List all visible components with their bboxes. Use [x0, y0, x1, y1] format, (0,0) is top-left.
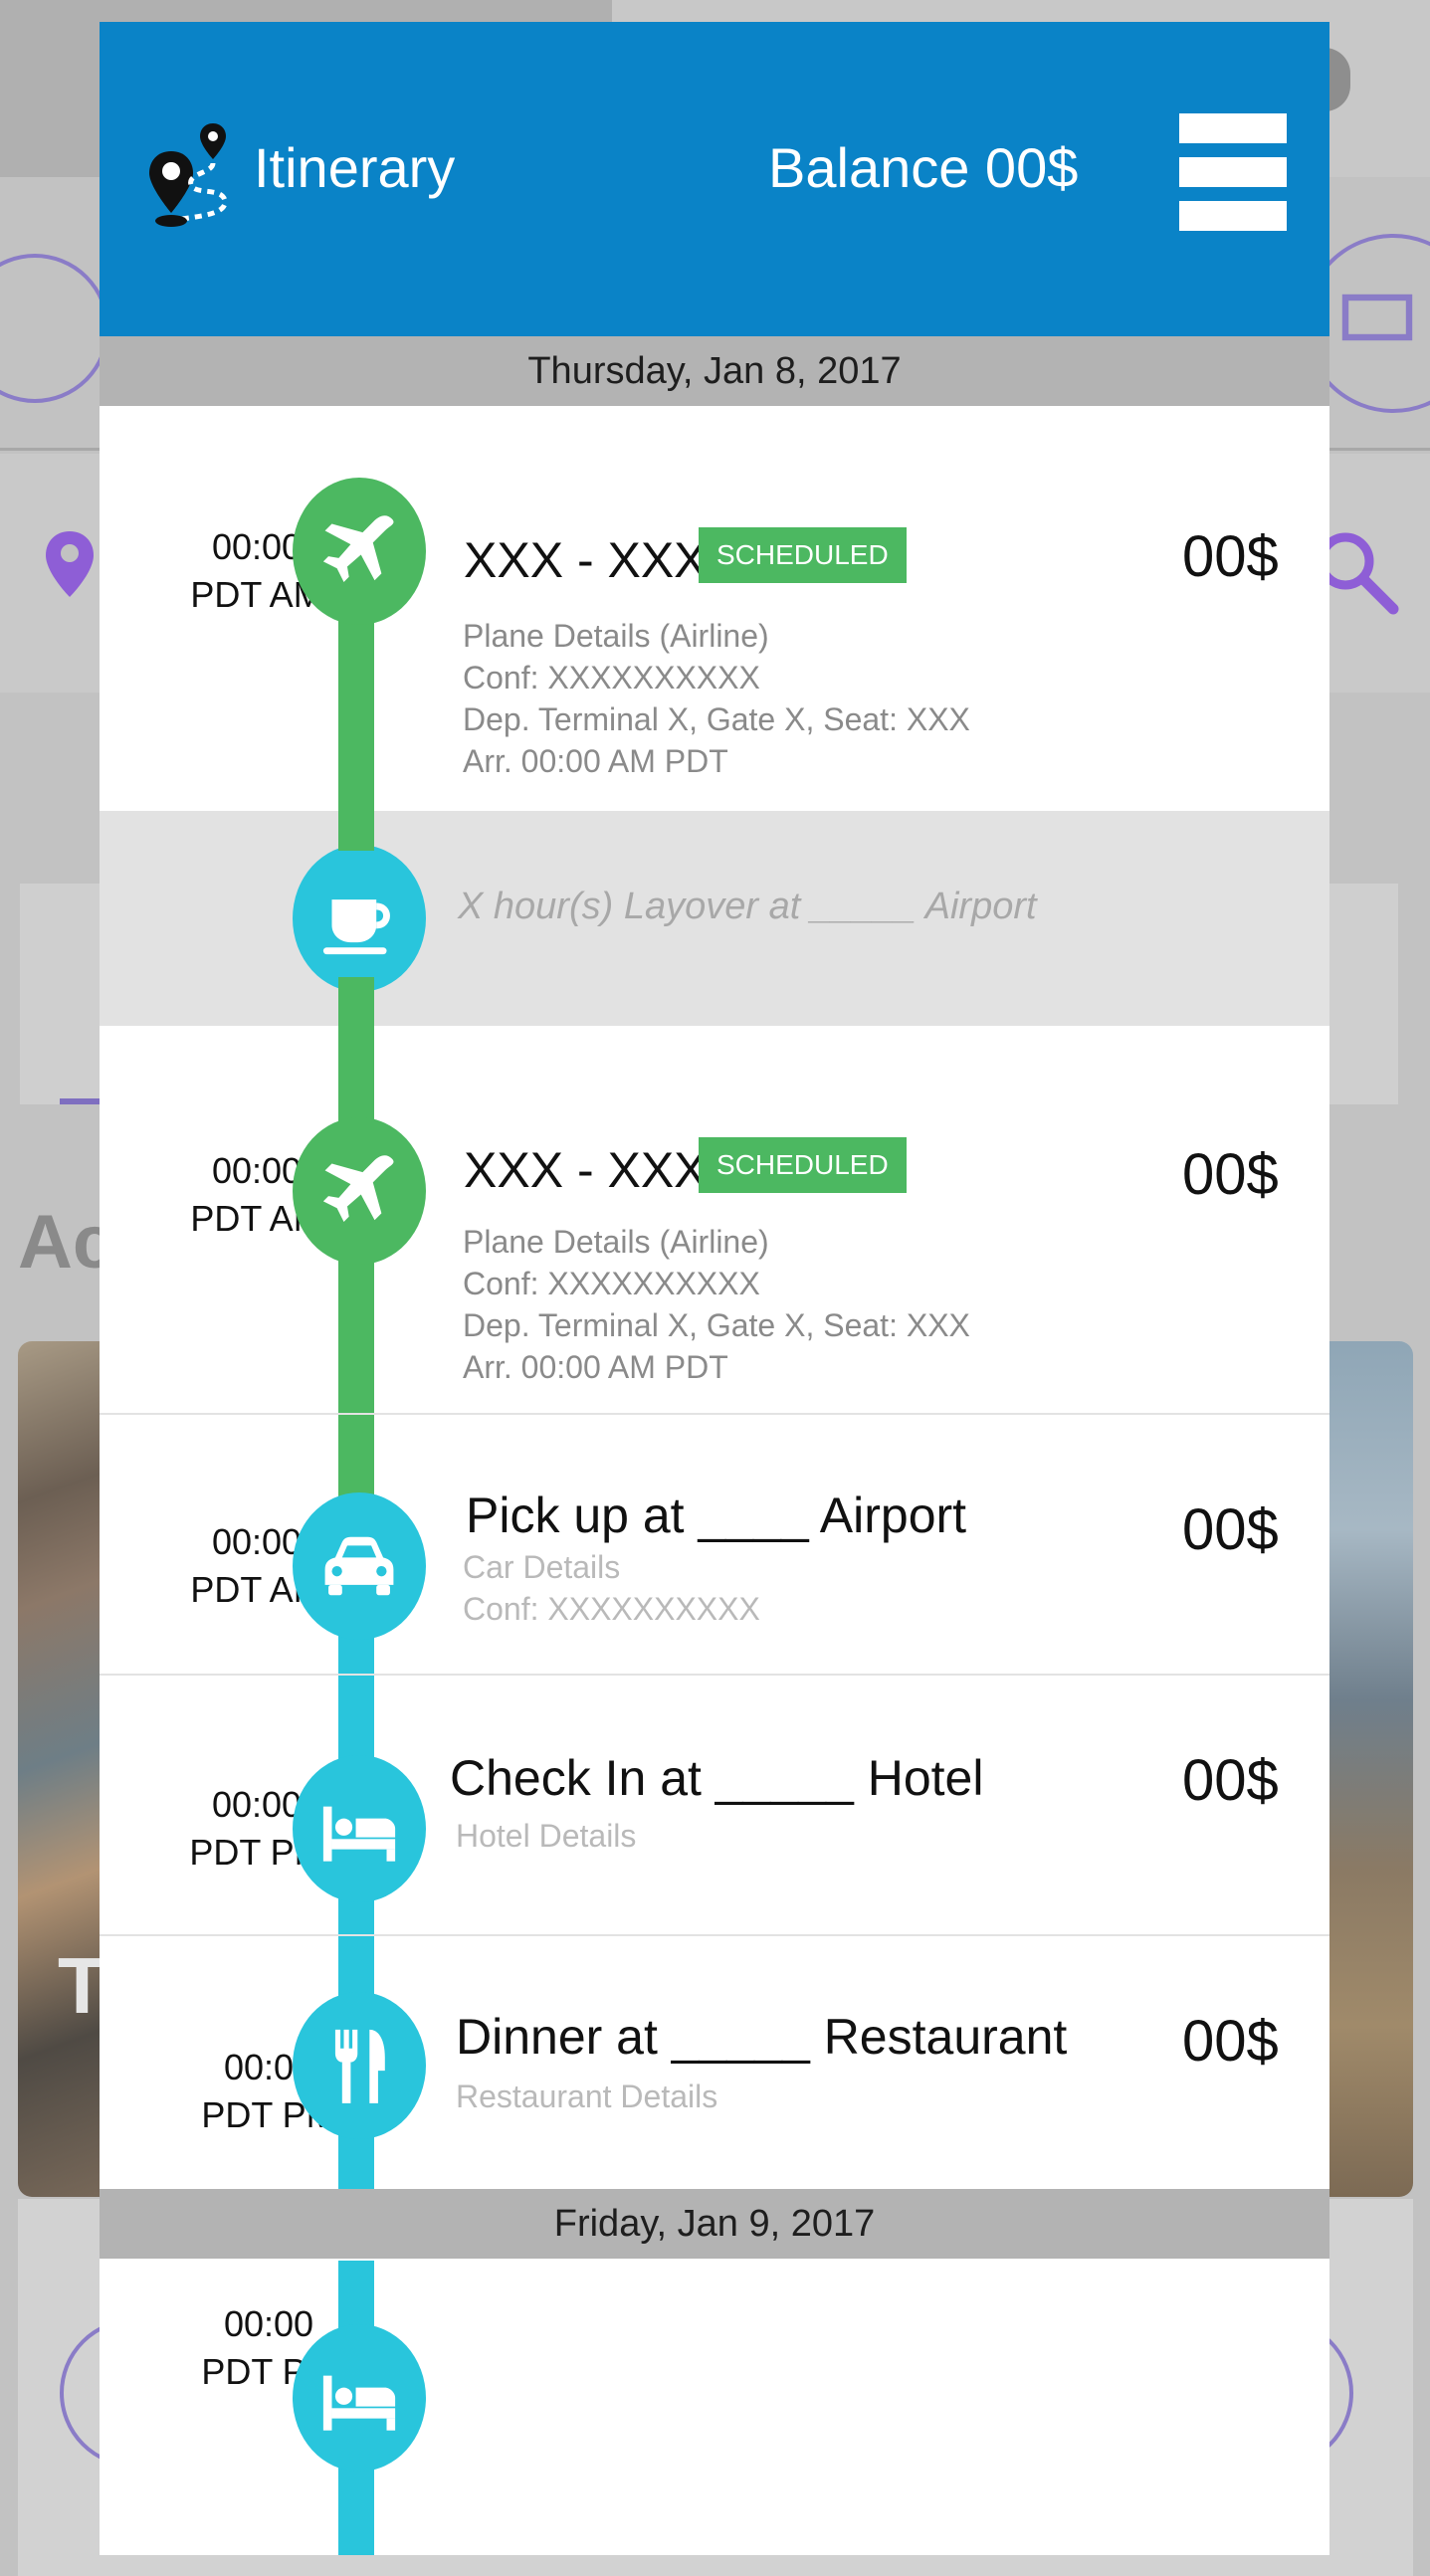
- item-title: XXX - XXX: [464, 532, 708, 588]
- item-title: Pick up at ____ Airport: [466, 1487, 967, 1543]
- item-details: Plane Details (Airline) Conf: XXXXXXXXXX…: [463, 618, 970, 779]
- background-location-pin-icon: [46, 531, 94, 597]
- itinerary-item-layover[interactable]: X hour(s) Layover at _____ Airport: [100, 811, 1329, 1026]
- timeline-line: [338, 977, 374, 1027]
- status-badge: SCHEDULED: [699, 1137, 907, 1193]
- item-price: 00$: [1182, 524, 1279, 589]
- itinerary-item-hotel[interactable]: 00:00 PDT PM Check In at _____ Hotel 00$ …: [100, 1676, 1329, 1936]
- bed-icon: [293, 2324, 426, 2472]
- item-price: 00$: [1182, 2009, 1279, 2074]
- itinerary-item-flight[interactable]: 00:00 PDT AM XXX - XXX SCHEDULED 00$ Plan…: [100, 406, 1329, 833]
- item-price: 00$: [1182, 1142, 1279, 1207]
- itinerary-item-hotel[interactable]: 00:00 PDT PM: [100, 2259, 1329, 2555]
- itinerary-header: Itinerary Balance 00$: [100, 22, 1329, 336]
- status-badge: SCHEDULED: [699, 527, 907, 583]
- date-header: Thursday, Jan 8, 2017: [100, 336, 1329, 406]
- item-details: Car Details Conf: XXXXXXXXXX: [463, 1549, 760, 1627]
- background-category-button-left: [0, 254, 109, 403]
- item-details: Restaurant Details: [456, 2079, 718, 2114]
- airplane-icon: [293, 478, 426, 625]
- item-price: 00$: [1182, 1748, 1279, 1813]
- bed-icon: [293, 1755, 426, 1902]
- location-route-icon: [149, 123, 228, 227]
- item-title: Check In at _____ Hotel: [450, 1750, 984, 1806]
- car-icon: [293, 1492, 426, 1640]
- timeline-line: [338, 811, 374, 851]
- hamburger-menu-icon[interactable]: [1179, 113, 1287, 233]
- item-title: Dinner at _____ Restaurant: [456, 2009, 1068, 2065]
- airplane-icon: [293, 1117, 426, 1265]
- item-title: XXX - XXX: [464, 1142, 708, 1198]
- app-title: Itinerary: [254, 136, 456, 199]
- layover-text: X hour(s) Layover at _____ Airport: [458, 886, 1037, 927]
- item-details: Plane Details (Airline) Conf: XXXXXXXXXX…: [463, 1224, 970, 1385]
- itinerary-item-restaurant[interactable]: 00:00 PDT PM Dinner at _____ Restaurant 0…: [100, 1936, 1329, 2189]
- itinerary-item-flight[interactable]: 00:00 PDT AM XXX - XXX SCHEDULED 00$ Plan…: [100, 1026, 1329, 1415]
- item-price: 00$: [1182, 1497, 1279, 1562]
- itinerary-item-car[interactable]: 00:00 PDT AM Pick up at ____ Airport 00$ …: [100, 1415, 1329, 1676]
- item-details: Hotel Details: [456, 1818, 637, 1854]
- coffee-cup-icon: [293, 845, 426, 992]
- itinerary-panel: Itinerary Balance 00$ Thursday, Jan 8, 2…: [100, 22, 1329, 2555]
- date-header: Friday, Jan 9, 2017: [100, 2189, 1329, 2259]
- fork-knife-icon: [293, 1992, 426, 2139]
- balance-label: Balance 00$: [768, 136, 1079, 199]
